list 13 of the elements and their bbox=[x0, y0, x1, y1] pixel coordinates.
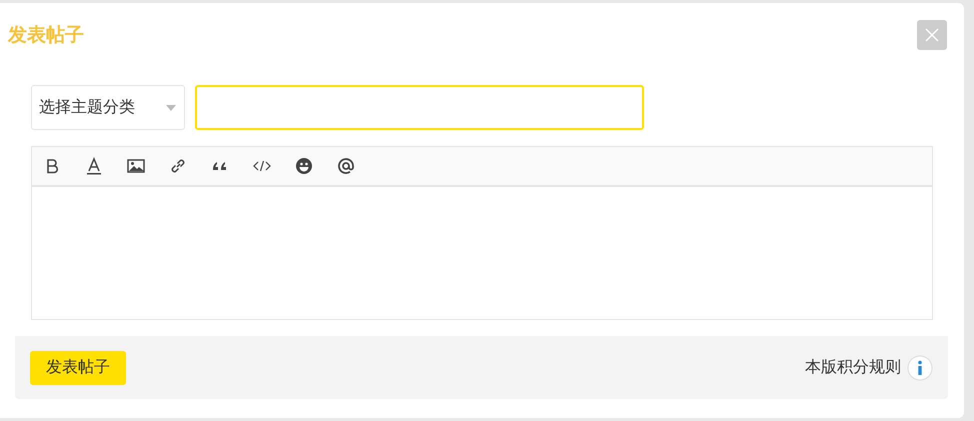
link-icon[interactable] bbox=[169, 157, 187, 175]
close-icon bbox=[924, 27, 940, 43]
category-dropdown[interactable]: 选择主题分类 bbox=[31, 85, 185, 130]
info-icon[interactable] bbox=[907, 354, 933, 380]
title-input-field[interactable] bbox=[195, 85, 644, 130]
image-icon[interactable] bbox=[127, 157, 145, 175]
dialog-title: 发表帖子 bbox=[8, 23, 84, 48]
rules-link[interactable]: 本版积分规则 bbox=[805, 357, 901, 378]
text-color-icon[interactable] bbox=[85, 157, 103, 175]
submit-button[interactable]: 发表帖子 bbox=[30, 350, 126, 384]
emoji-icon[interactable] bbox=[295, 157, 313, 175]
caret-icon bbox=[166, 104, 176, 110]
at-sign-icon[interactable] bbox=[337, 157, 355, 175]
